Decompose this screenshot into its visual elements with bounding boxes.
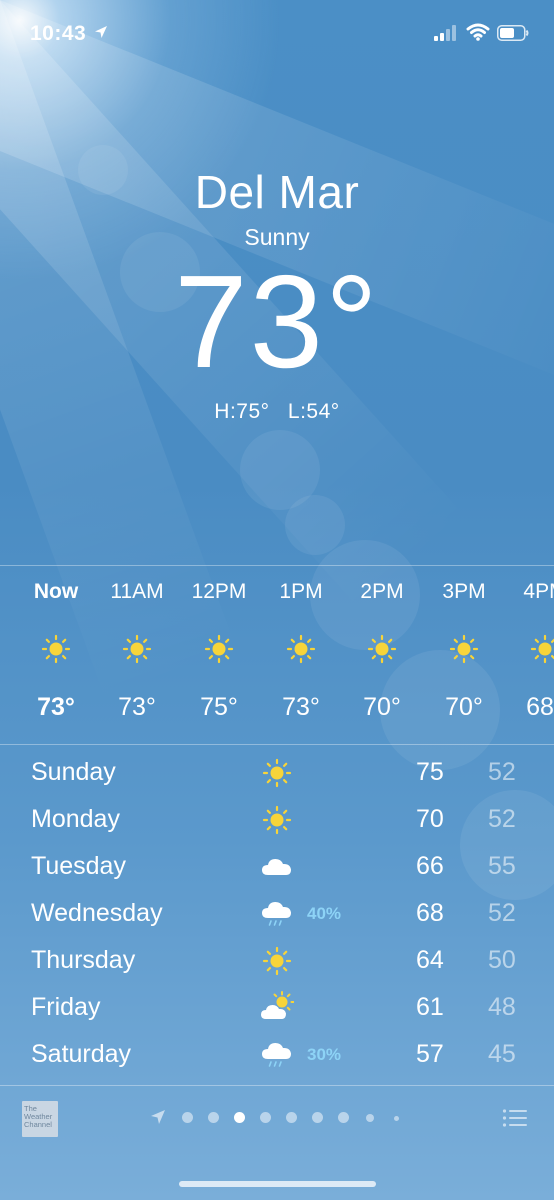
day-name: Sunday [31, 758, 116, 786]
high-temp: H:75° [214, 400, 270, 423]
hour-label: 3PM [442, 580, 486, 603]
lens-flare [285, 495, 345, 555]
day-row: Tuesday 66 55 [0, 844, 554, 891]
day-row: Friday 61 48 [0, 985, 554, 1032]
day-low: 52 [488, 758, 516, 786]
battery-icon [497, 25, 529, 41]
sun-icon [260, 803, 294, 837]
precip-chance: 30% [307, 1045, 342, 1064]
hour-temp: 70° [363, 693, 401, 721]
day-low: 55 [488, 852, 516, 880]
day-high: 57 [416, 1040, 444, 1068]
day-name: Tuesday [31, 852, 126, 880]
day-row: Monday 70 52 [0, 797, 554, 844]
hour-temp: 73° [282, 693, 320, 721]
location-arrow-icon [95, 26, 107, 38]
day-high: 68 [416, 899, 444, 927]
day-row: Wednesday 40% 68 52 [0, 891, 554, 938]
sun-icon [41, 634, 71, 664]
sun-icon [204, 634, 234, 664]
rain-cloud-icon [260, 897, 294, 931]
page-dot[interactable] [312, 1112, 323, 1123]
day-row: Thursday 64 50 [0, 938, 554, 985]
day-name: Friday [31, 993, 101, 1021]
page-dot[interactable] [208, 1112, 219, 1123]
hour-label: 2PM [360, 580, 404, 603]
hour-temp: 68° [526, 693, 554, 721]
hour-label: 4PM [523, 580, 554, 603]
day-low: 52 [488, 805, 516, 833]
current-condition: Sunny [244, 224, 310, 250]
hour-temp: 75° [200, 693, 238, 721]
status-time: 10:43 [30, 22, 87, 45]
day-name: Monday [31, 805, 120, 833]
wifi-icon [466, 23, 490, 41]
sun-icon [530, 634, 554, 664]
city-list-icon[interactable] [502, 1108, 528, 1128]
day-low: 48 [488, 993, 516, 1021]
sun-icon [260, 756, 294, 790]
hour-temp: 73° [118, 693, 156, 721]
hour-label: 11AM [110, 580, 164, 603]
hour-label: 1PM [279, 580, 323, 603]
day-name: Wednesday [31, 899, 163, 927]
sun-icon [449, 634, 479, 664]
partly-sunny-icon [260, 991, 294, 1025]
weather-channel-logo[interactable]: The Weather Channel [22, 1101, 58, 1137]
page-dot[interactable] [366, 1114, 374, 1122]
sun-icon [286, 634, 316, 664]
day-row: Saturday 30% 57 45 [0, 1032, 554, 1079]
high-low-temps: H:75° L:54° [0, 400, 554, 424]
precip-chance: 40% [307, 904, 342, 923]
hour-temp: 73° [37, 693, 75, 721]
sun-icon [367, 634, 397, 664]
page-dot-active[interactable] [234, 1112, 245, 1123]
sun-icon [260, 944, 294, 978]
home-indicator[interactable] [179, 1181, 376, 1187]
low-temp: L:54° [287, 400, 340, 423]
hour-label: Now [33, 580, 79, 603]
page-dot[interactable] [182, 1112, 193, 1123]
lens-flare [240, 430, 320, 510]
page-dot[interactable] [394, 1116, 399, 1121]
current-temperature: 73° [174, 248, 380, 395]
sun-icon [122, 634, 152, 664]
day-high: 70 [416, 805, 444, 833]
cloud-icon [260, 850, 294, 884]
city-name: Del Mar [194, 166, 360, 218]
day-row: Sunday 75 52 [0, 750, 554, 797]
day-low: 50 [488, 946, 516, 974]
location-arrow-icon [151, 1110, 165, 1124]
rain-cloud-icon [260, 1038, 294, 1072]
hourly-forecast[interactable]: Now 73° 11AM 73° 12PM 75° 1PM 73° 2PM 70… [0, 565, 554, 745]
day-high: 61 [416, 993, 444, 1021]
footer-bar: The Weather Channel [0, 1085, 554, 1156]
day-high: 75 [416, 758, 444, 786]
page-dot[interactable] [260, 1112, 271, 1123]
hour-temp: 70° [445, 693, 483, 721]
day-high: 66 [416, 852, 444, 880]
day-low: 45 [488, 1040, 516, 1068]
day-low: 52 [488, 899, 516, 927]
hour-label: 12PM [191, 580, 247, 603]
page-dot[interactable] [338, 1112, 349, 1123]
day-name: Saturday [31, 1040, 132, 1068]
cellular-signal-icon [434, 25, 456, 41]
page-dot[interactable] [286, 1112, 297, 1123]
day-name: Thursday [31, 946, 136, 974]
day-high: 64 [416, 946, 444, 974]
status-bar: 10:43 [0, 0, 554, 70]
